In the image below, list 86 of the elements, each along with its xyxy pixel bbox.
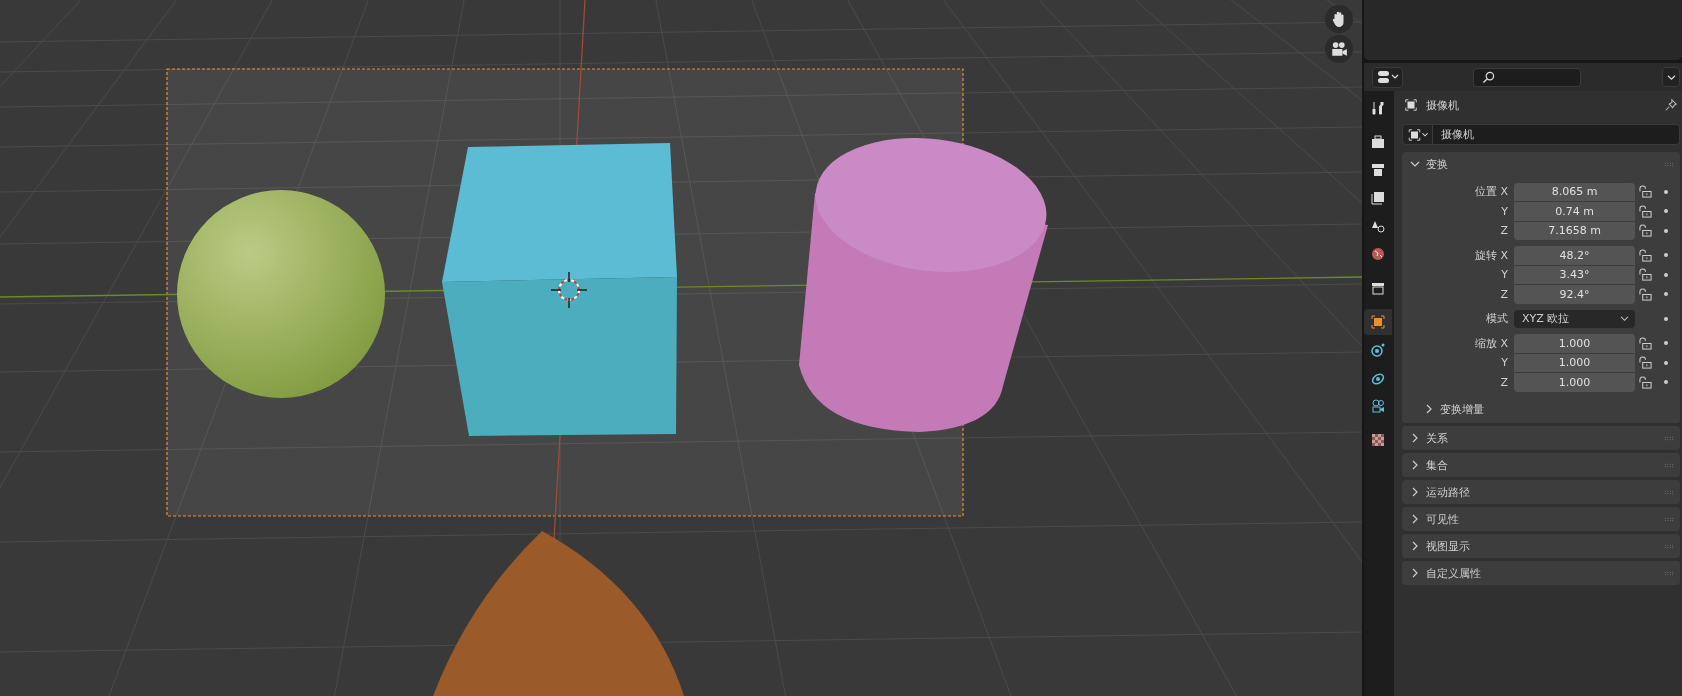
object-name-field[interactable]: 摄像机 — [1433, 124, 1680, 145]
keyframe-dot-icon[interactable] — [1664, 360, 1668, 365]
number-field[interactable]: 92.4° — [1514, 285, 1635, 304]
keyframe-dot-icon[interactable] — [1664, 189, 1668, 194]
property-label: 位置 X — [1473, 184, 1509, 200]
object-icon — [1404, 98, 1418, 112]
drag-handle-icon[interactable] — [1664, 462, 1674, 468]
chevron-icon[interactable] — [1410, 159, 1420, 169]
panel-title[interactable]: 集合 — [1426, 457, 1448, 473]
options-dropdown-button[interactable] — [1662, 67, 1680, 87]
number-field[interactable]: 1.000 — [1514, 334, 1635, 353]
caret-icon[interactable] — [1620, 315, 1629, 323]
property-label: Z — [1499, 224, 1509, 238]
search-field[interactable] — [1473, 67, 1581, 87]
chevron-icon[interactable] — [1424, 404, 1434, 414]
keyframe-dot-icon[interactable] — [1664, 228, 1668, 233]
video-camera-icon[interactable] — [1370, 398, 1386, 414]
property-label: Z — [1499, 375, 1509, 389]
context-title: 摄像机 — [1426, 97, 1459, 113]
panel-title[interactable]: 自定义属性 — [1426, 565, 1481, 581]
drag-handle-icon[interactable] — [1664, 161, 1674, 167]
tools-icon[interactable] — [1370, 100, 1386, 116]
panel-title[interactable]: 视图显示 — [1426, 538, 1470, 554]
keyframe-dot-icon[interactable] — [1664, 341, 1668, 346]
camera-view-button[interactable] — [1325, 35, 1353, 63]
3d-viewport[interactable] — [0, 0, 1362, 696]
chevron-icon[interactable] — [1410, 568, 1420, 578]
property-label: Z — [1499, 287, 1509, 301]
number-field[interactable]: 0.74 m — [1514, 202, 1635, 221]
3d-cursor-icon — [550, 271, 588, 309]
property-label: Y — [1500, 356, 1509, 370]
padlock-icon[interactable] — [1639, 336, 1652, 350]
mode-dropdown[interactable]: XYZ 欧拉 — [1514, 309, 1635, 328]
panel-title[interactable]: 关系 — [1426, 430, 1448, 446]
drag-handle-icon[interactable] — [1664, 570, 1674, 576]
chevron-icon[interactable] — [1410, 514, 1420, 524]
video-camera-icon[interactable] — [1330, 40, 1348, 58]
padlock-icon[interactable] — [1639, 375, 1652, 389]
object-tab[interactable] — [1364, 309, 1392, 335]
drag-handle-icon[interactable] — [1664, 516, 1674, 522]
globe-icon[interactable] — [1370, 246, 1386, 262]
padlock-icon[interactable] — [1639, 268, 1652, 282]
image-stack-icon[interactable] — [1370, 190, 1386, 206]
property-label: 旋转 X — [1473, 247, 1509, 263]
pan-button[interactable] — [1325, 5, 1353, 33]
number-field[interactable]: 1.000 — [1514, 373, 1635, 392]
padlock-icon[interactable] — [1639, 287, 1652, 301]
padlock-icon[interactable] — [1639, 248, 1652, 262]
padlock-icon[interactable] — [1639, 224, 1652, 238]
panel-title[interactable]: 变换 — [1426, 156, 1448, 172]
caret-icon[interactable] — [1666, 73, 1676, 81]
drag-handle-icon[interactable] — [1664, 435, 1674, 441]
chevron-icon[interactable] — [1410, 541, 1420, 551]
drag-handle-icon[interactable] — [1664, 489, 1674, 495]
chevron-icon[interactable] — [1410, 433, 1420, 443]
keyframe-dot-icon[interactable] — [1664, 316, 1668, 321]
number-field[interactable]: 48.2° — [1514, 246, 1635, 265]
padlock-icon[interactable] — [1639, 356, 1652, 370]
panel-title[interactable]: 运动路径 — [1426, 484, 1470, 500]
drag-handle-icon[interactable] — [1664, 543, 1674, 549]
box-icon[interactable] — [1370, 280, 1386, 296]
keyframe-dot-icon[interactable] — [1664, 292, 1668, 297]
property-label: Y — [1500, 268, 1509, 282]
number-field[interactable]: 7.1658 m — [1514, 221, 1635, 240]
pin-icon[interactable] — [1664, 98, 1678, 112]
property-label: 模式 — [1485, 311, 1509, 327]
keyframe-dot-icon[interactable] — [1664, 209, 1668, 214]
keyframe-dot-icon[interactable] — [1664, 380, 1668, 385]
padlock-icon[interactable] — [1639, 185, 1652, 199]
square-icon[interactable] — [1370, 314, 1386, 330]
chevron-icon[interactable] — [1410, 487, 1420, 497]
number-field[interactable]: 1.000 — [1514, 353, 1635, 372]
padlock-icon[interactable] — [1639, 204, 1652, 218]
property-label: Y — [1500, 204, 1509, 218]
number-field[interactable]: 8.065 m — [1514, 182, 1635, 201]
search-icon — [1482, 70, 1495, 84]
keyframe-dot-icon[interactable] — [1664, 272, 1668, 277]
subpanel-title[interactable]: 变换增量 — [1440, 401, 1484, 417]
panel-title[interactable]: 可见性 — [1426, 511, 1459, 527]
orbit-icon[interactable] — [1370, 342, 1386, 358]
printer-icon[interactable] — [1370, 162, 1386, 178]
checker-icon[interactable] — [1370, 432, 1386, 448]
keyframe-dot-icon[interactable] — [1664, 253, 1668, 258]
chevron-icon[interactable] — [1410, 460, 1420, 470]
number-field[interactable]: 3.43° — [1514, 265, 1635, 284]
property-label: 缩放 X — [1473, 335, 1509, 351]
